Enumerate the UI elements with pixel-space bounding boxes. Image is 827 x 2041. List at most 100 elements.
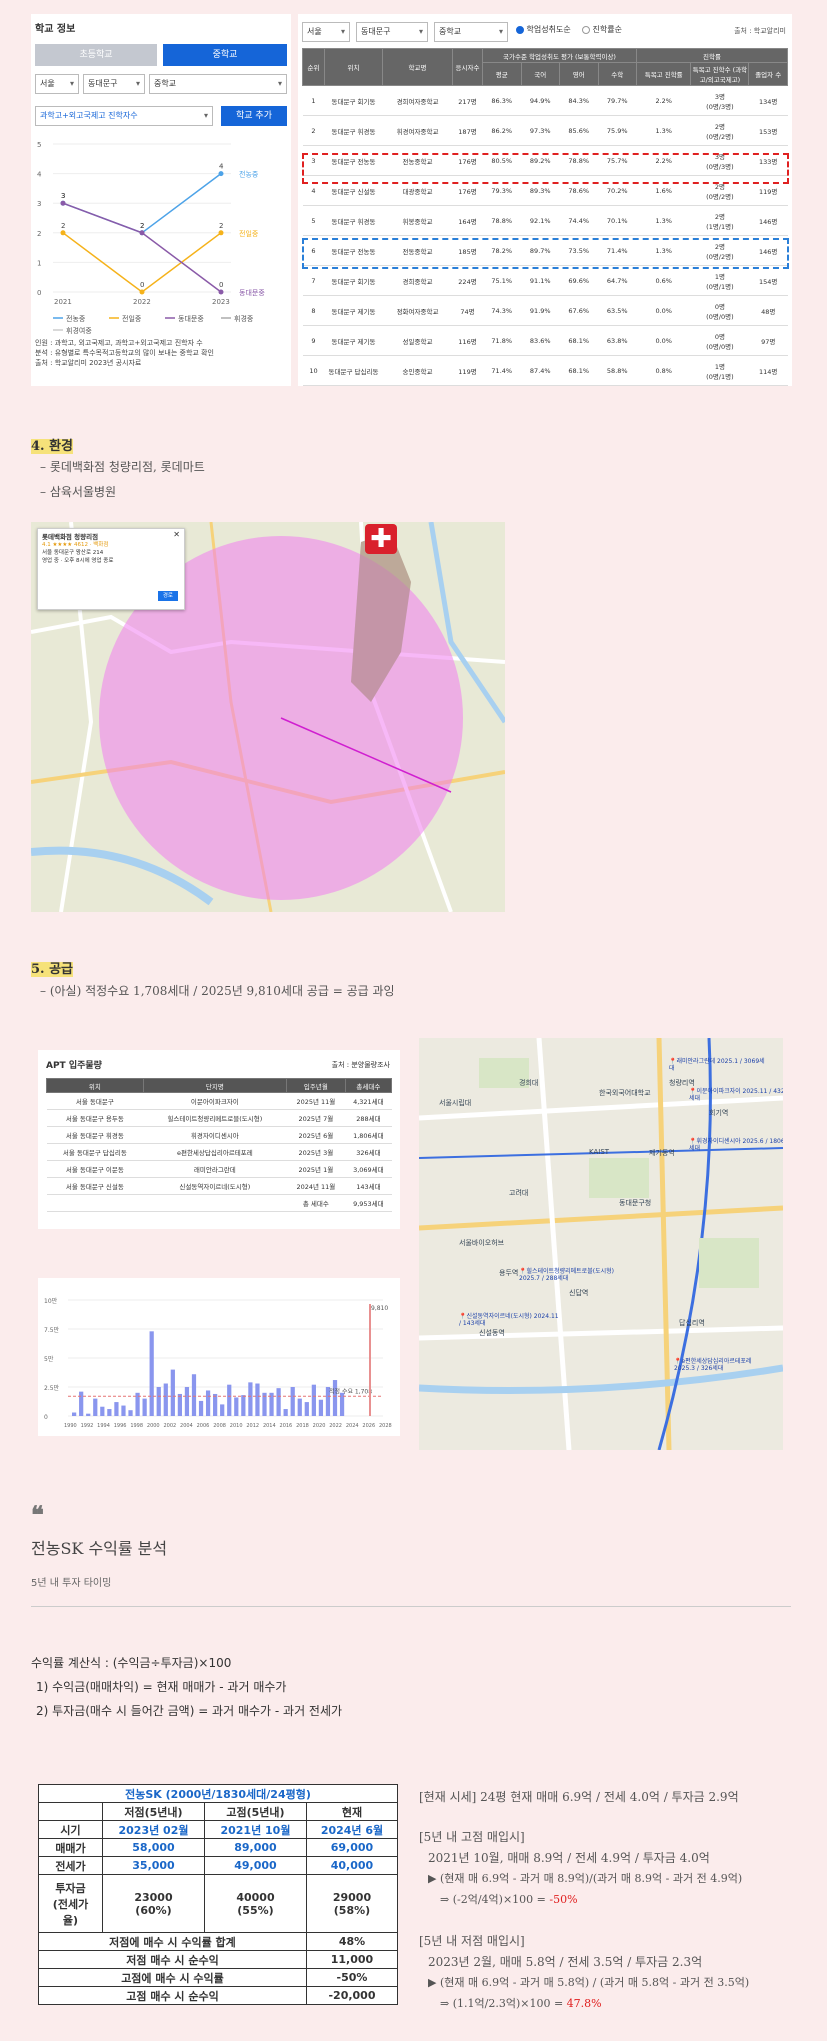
table-cell: 224명 <box>452 265 483 296</box>
supply-bar <box>156 1387 161 1416</box>
table-cell: 4,321세대 <box>345 1092 392 1110</box>
level-select[interactable]: 중학교 <box>149 74 287 94</box>
supply-bar <box>149 1331 154 1416</box>
district-select[interactable]: 동대문구 <box>356 22 428 42</box>
table-cell: 경희여자중학교 <box>382 85 453 116</box>
radio-advance[interactable]: 진학률순 <box>582 24 622 35</box>
supply-bar <box>332 1380 338 1416</box>
roi-row-label: 시기 <box>38 1820 103 1839</box>
table-cell: 97명 <box>748 325 788 356</box>
supply-bar <box>114 1402 119 1416</box>
chart-note: 분석 : 유형별로 특수목적고등학교의 많이 보내는 중학교 확인 <box>35 349 214 357</box>
city-select[interactable]: 서울 <box>35 74 79 94</box>
formula-line: 2) 투자금(매수 시 들어간 금액) = 과거 매수가 - 과거 전세가 <box>36 1704 343 1718</box>
data-label: 0 <box>140 281 144 289</box>
supply-bar <box>234 1397 239 1416</box>
supply-bar <box>248 1382 253 1416</box>
apt-pin-label: e편한세상답십리아르테포레 2025.3 / 326세대 <box>674 1358 752 1372</box>
table-cell: 74.4% <box>559 205 598 236</box>
table-cell: 휘경자이디센시아 <box>143 1126 287 1144</box>
apt-pin[interactable]: 📍래미안라그란데 2025.1 / 3069세대 <box>669 1058 769 1072</box>
legend-label: 동대문중 <box>178 315 204 323</box>
note-low-result: ⇒ (1.1억/2.3억)×100 = 47.8% <box>440 1997 602 2010</box>
highlight-jeondong-row <box>302 238 789 269</box>
tab-middle[interactable]: 중학교 <box>163 44 287 66</box>
data-label: 2 <box>61 222 65 230</box>
table-cell: 동대문구 제기동 <box>324 295 383 326</box>
school-info-panel: 학교 정보 초등학교 중학교 서울 동대문구 중학교 과학고+외고국제고 진학자… <box>31 14 291 386</box>
x-tick-label: 1992 <box>81 1423 94 1429</box>
apt-pin[interactable]: 📍힐스테이트청량리메트로블(도시형) 2025.7 / 288세대 <box>519 1268 619 1282</box>
radio-achievement[interactable]: 학업성취도순 <box>516 24 571 35</box>
analysis-title: 전농SK 수익률 분석 <box>31 1539 168 1558</box>
city-select[interactable]: 서울 <box>302 22 350 42</box>
series-end-label: 동대문중 <box>239 289 265 297</box>
map-supply[interactable]: 서울시립대 경희대 한국외국어대학교 KAIST 청량리역 회기역 신설동역 답십리역 동대문구… <box>419 1038 783 1450</box>
y-tick-label: 4 <box>37 171 42 179</box>
table-cell: 119명 <box>452 355 483 386</box>
table-cell: 동대문구 답십리동 <box>324 355 383 386</box>
table-cell: 164명 <box>452 205 483 236</box>
map-label: 경희대 <box>519 1079 539 1087</box>
chart-note: 출처 : 학교알리미 2023년 공시자료 <box>35 359 142 367</box>
supply-bar <box>276 1388 281 1416</box>
table-row: 9 동대문구 제기동 성일중학교 116명 71.8% 83.6% 68.1% 63.8% 0.… <box>302 325 788 356</box>
formula: 수익률 계산식 : (수익금÷투자금)×100 <box>31 1656 232 1670</box>
table-cell: 7 <box>302 265 325 296</box>
roi-cell: 23000 (60%) <box>102 1874 205 1933</box>
place-popup: 롯데백화점 청량리점 4.1 ★★★★ 4612 · 백화점 서울 동대문구 왕… <box>37 528 185 610</box>
y-tick-label: 3 <box>37 200 41 208</box>
hospital-icon[interactable]: ✚ <box>365 524 397 554</box>
th-examinees: 응시자수 <box>452 48 483 86</box>
map-label: 신답역 <box>569 1289 589 1297</box>
apt-table: 위치 단지명 입주년월 총세대수 서울 동대문구 이문아이파크자이 2025년 11… <box>46 1078 393 1212</box>
x-tick-label: 2002 <box>163 1423 176 1429</box>
table-cell: 97.3% <box>521 115 560 146</box>
table-cell: 0명 (0명/0명) <box>690 325 749 356</box>
roi-summary-label: 고점 매수 시 순수익 <box>38 1986 307 2005</box>
route-button[interactable]: 경로 <box>157 591 178 601</box>
radio-unchecked-icon <box>582 25 590 34</box>
metric-select[interactable]: 과학고+외고국제고 진학자수 <box>35 106 213 126</box>
table-cell: 9 <box>302 325 325 356</box>
district-select[interactable]: 동대문구 <box>83 74 145 94</box>
apt-pin[interactable]: 📍휘경자이디센시아 2025.6 / 1806세대 <box>689 1138 783 1152</box>
add-school-button[interactable]: 학교 추가 <box>221 106 287 126</box>
supply-item: – (아실) 적정수요 1,708세대 / 2025년 9,810세대 공급 =… <box>40 984 395 998</box>
x-tick-label: 2006 <box>197 1423 210 1429</box>
x-tick-label: 2016 <box>280 1423 293 1429</box>
avg-demand-label: 적정 수요 1,708 <box>329 1388 372 1395</box>
data-point <box>218 289 224 295</box>
x-tick-label: 2028 <box>379 1423 392 1429</box>
map-label: KAIST <box>589 1148 610 1156</box>
table-cell: 63.8% <box>598 325 637 356</box>
table-cell: 68.1% <box>559 325 598 356</box>
apt-pin[interactable]: 📍e편한세상답십리아르테포레 2025.3 / 326세대 <box>674 1358 774 1372</box>
map-label: 신설동역 <box>479 1329 505 1337</box>
data-label: 2 <box>140 222 144 230</box>
roi-row-label: 매매가 <box>38 1838 103 1857</box>
table-cell: 1 <box>302 85 325 116</box>
table-cell: 75.1% <box>482 265 521 296</box>
map-label: 청량리역 <box>669 1079 695 1087</box>
supply-bar <box>107 1409 112 1416</box>
roi-cell: 29000 (58%) <box>305 1874 399 1933</box>
apt-pin[interactable]: 📍신설동역자이르네(도시형) 2024.11 / 143세대 <box>459 1313 559 1327</box>
table-cell: 116명 <box>452 325 483 356</box>
close-icon[interactable]: ✕ <box>173 531 180 539</box>
table-cell: 71.4% <box>482 355 521 386</box>
school-info-title: 학교 정보 <box>35 24 76 35</box>
table-cell: 153명 <box>748 115 788 146</box>
table-cell: 동대문구 회기동 <box>324 85 383 116</box>
map-environment[interactable]: ✚ 롯데백화점 청량리점 4.1 ★★★★ 4612 · 백화점 서울 동대문구… <box>31 522 505 912</box>
x-tick-label: 2018 <box>296 1423 309 1429</box>
roi-title: 전농SK (2000년/1830세대/24평형) <box>38 1784 398 1803</box>
roi-summary-value: 48% <box>305 1932 399 1951</box>
th-units: 총세대수 <box>344 1078 393 1093</box>
school-table: 순위 위치 학교명 응시자수 국가수준 학업성취도 평가 (보통학력이상) 진학… <box>302 48 788 386</box>
tab-elementary[interactable]: 초등학교 <box>35 44 157 66</box>
level-select[interactable]: 중학교 <box>434 22 508 42</box>
legend-label: 전농중 <box>66 314 86 323</box>
table-cell: 2025년 6월 <box>286 1126 346 1144</box>
apt-pin[interactable]: 📍이문아이파크자이 2025.11 / 4321세대 <box>689 1088 783 1102</box>
